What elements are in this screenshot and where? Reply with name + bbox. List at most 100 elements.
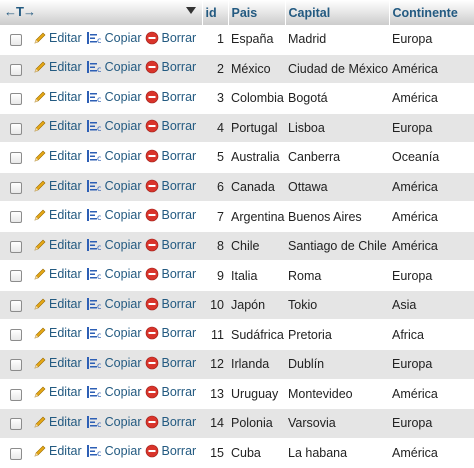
delete-label: Borrar [161,326,197,341]
cell-capital: Santiago de Chile [285,231,389,262]
cell-id: 5 [202,142,228,173]
delete-link[interactable]: Borrar [145,60,196,74]
row-checkbox[interactable] [10,270,22,283]
delete-link[interactable]: Borrar [145,149,196,163]
copy-link[interactable]: c Copiar [86,149,141,163]
header-id[interactable]: id [202,0,229,25]
cell-continente: Europa [389,260,474,291]
row-checkbox[interactable] [10,63,22,76]
delete-link[interactable]: Borrar [145,326,196,340]
row-checkbox[interactable] [10,33,22,46]
row-checkbox[interactable] [10,418,22,431]
copy-link[interactable]: c Copiar [86,60,141,74]
column-arrows-icon[interactable]: ←T→ [4,4,36,19]
edit-label: Editar [49,237,82,252]
copy-link[interactable]: c Copiar [86,119,141,133]
copy-link[interactable]: c Copiar [86,238,141,252]
delete-link[interactable]: Borrar [145,208,196,222]
row-checkbox[interactable] [10,181,22,194]
copy-link[interactable]: c Copiar [86,267,141,281]
pencil-icon [33,267,47,281]
delete-label: Borrar [161,30,197,45]
pencil-icon [33,415,47,429]
delete-link[interactable]: Borrar [145,267,196,281]
row-checkbox[interactable] [10,358,22,371]
copy-link[interactable]: c Copiar [86,444,141,458]
edit-link[interactable]: Editar [33,356,82,370]
cell-pais: Japón [228,290,285,321]
edit-link[interactable]: Editar [33,297,82,311]
delete-link[interactable]: Borrar [145,179,196,193]
copy-icon: c [86,297,103,311]
cell-pais: Portugal [228,113,285,144]
header-pais[interactable]: Pais [228,0,286,25]
cell-capital: Tokio [285,290,389,321]
delete-link[interactable]: Borrar [145,238,196,252]
cell-pais: Polonia [228,408,285,439]
row-select-cell [0,231,30,262]
edit-link[interactable]: Editar [33,238,82,252]
cell-continente: Europa [389,349,474,380]
delete-link[interactable]: Borrar [145,31,196,45]
row-checkbox[interactable] [10,240,22,253]
copy-icon: c [86,326,103,340]
cell-continente: América [389,231,474,262]
table-row: Editar c Copiar Borrar 14 Polonia Varsovia Euro… [0,408,474,439]
cell-capital: Ottawa [285,172,389,203]
row-checkbox[interactable] [10,329,22,342]
copy-link[interactable]: c Copiar [86,297,141,311]
copy-link[interactable]: c Copiar [86,208,141,222]
delete-link[interactable]: Borrar [145,119,196,133]
edit-link[interactable]: Editar [33,90,82,104]
row-checkbox[interactable] [10,388,22,401]
cell-id: 10 [202,290,228,321]
edit-link[interactable]: Editar [33,267,82,281]
table-row: Editar c Copiar Borrar 4 Portugal Lisboa Europa [0,113,474,144]
edit-link[interactable]: Editar [33,385,82,399]
row-checkbox[interactable] [10,152,22,165]
row-select-cell [0,438,30,468]
copy-label: Copiar [104,385,142,400]
edit-link[interactable]: Editar [33,179,82,193]
cell-pais: Australia [228,142,285,173]
edit-link[interactable]: Editar [33,326,82,340]
copy-link[interactable]: c Copiar [86,356,141,370]
copy-link[interactable]: c Copiar [86,179,141,193]
delete-icon [145,179,159,193]
row-checkbox[interactable] [10,211,22,224]
copy-icon: c [86,238,103,252]
delete-link[interactable]: Borrar [145,90,196,104]
delete-link[interactable]: Borrar [145,385,196,399]
svg-text:c: c [97,213,101,222]
row-checkbox[interactable] [10,299,22,312]
copy-link[interactable]: c Copiar [86,90,141,104]
row-checkbox[interactable] [10,93,22,106]
copy-link[interactable]: c Copiar [86,326,141,340]
edit-link[interactable]: Editar [33,60,82,74]
svg-text:c: c [97,361,101,370]
edit-link[interactable]: Editar [33,31,82,45]
edit-link[interactable]: Editar [33,444,82,458]
edit-link[interactable]: Editar [33,119,82,133]
row-select-cell [0,142,30,173]
row-checkbox[interactable] [10,122,22,135]
delete-link[interactable]: Borrar [145,444,196,458]
copy-icon: c [86,356,103,370]
delete-link[interactable]: Borrar [145,415,196,429]
row-actions: Editar c Copiar Borrar [30,290,202,321]
table-row: Editar c Copiar Borrar 8 Chile Santiago de Chi… [0,231,474,262]
delete-link[interactable]: Borrar [145,297,196,311]
header-capital[interactable]: Capital [285,0,390,25]
delete-link[interactable]: Borrar [145,356,196,370]
row-checkbox[interactable] [10,447,22,460]
cell-id: 9 [202,260,228,291]
edit-link[interactable]: Editar [33,149,82,163]
copy-link[interactable]: c Copiar [86,385,142,400]
sort-dropdown-icon[interactable] [185,7,196,14]
copy-link[interactable]: c Copiar [86,415,141,429]
edit-link[interactable]: Editar [33,208,82,222]
edit-link[interactable]: Editar [33,415,82,429]
row-select-cell [0,260,30,291]
header-continente[interactable]: Continente [389,0,474,25]
copy-link[interactable]: c Copiar [86,31,141,45]
